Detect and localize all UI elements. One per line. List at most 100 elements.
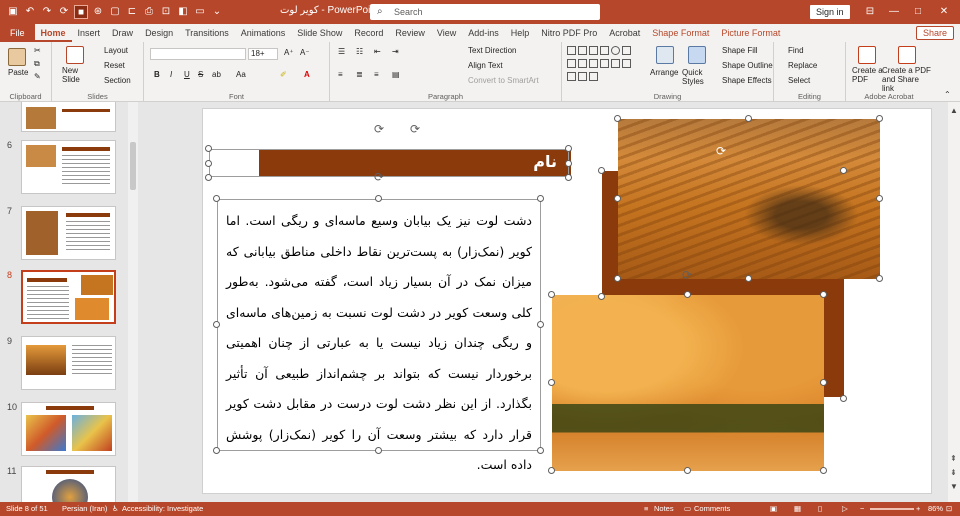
body-textbox[interactable]: دشت لوت نیز یک بیابان وسیع ماسه‌ای و ریگ… xyxy=(217,199,541,472)
change-case-button[interactable]: Aa xyxy=(236,70,246,79)
resize-handle[interactable] xyxy=(537,195,544,202)
align-left-icon[interactable]: ≡ xyxy=(338,70,343,79)
resize-handle[interactable] xyxy=(876,115,883,122)
resize-handle[interactable] xyxy=(537,447,544,454)
resize-handle[interactable] xyxy=(820,379,827,386)
rotate-handle-icon[interactable]: ⟳ xyxy=(373,123,385,135)
image-icon[interactable]: ⊡ xyxy=(159,5,173,19)
minimize-button[interactable]: — xyxy=(884,3,904,21)
text-direction-button[interactable]: Text Direction xyxy=(468,46,516,55)
indent-icon[interactable]: ⇤ xyxy=(374,47,381,56)
tab-acrobat[interactable]: Acrobat xyxy=(603,24,646,42)
arrange-icon[interactable] xyxy=(656,46,674,64)
create-pdf-icon[interactable] xyxy=(858,46,876,64)
tab-record[interactable]: Record xyxy=(348,24,389,42)
tab-home[interactable]: Home xyxy=(34,24,72,42)
text-shadow-button[interactable]: ab xyxy=(212,70,221,79)
search-input[interactable]: ⌕ Search xyxy=(370,4,600,20)
tab-add-ins[interactable]: Add-ins xyxy=(462,24,505,42)
zoom-slider[interactable] xyxy=(870,508,914,510)
new-file-icon[interactable]: ▢ xyxy=(108,5,122,19)
restore-button[interactable]: □ xyxy=(908,3,928,21)
slide-thumbnail[interactable] xyxy=(21,336,116,390)
justify-icon[interactable]: ▤ xyxy=(392,70,400,79)
slide-thumbnail[interactable] xyxy=(21,206,116,260)
resize-handle[interactable] xyxy=(205,160,212,167)
notes-button[interactable]: Notes xyxy=(654,502,674,516)
format-painter-icon[interactable]: ✎ xyxy=(34,72,41,81)
slide-sorter-icon[interactable]: ▦ xyxy=(794,502,801,516)
resize-handle[interactable] xyxy=(684,467,691,474)
tab-picture-format[interactable]: Picture Format xyxy=(715,24,786,42)
numbering-icon[interactable]: ☷ xyxy=(356,47,363,56)
rotate-handle-icon[interactable]: ⟳ xyxy=(681,269,693,281)
collapse-ribbon-icon[interactable]: ⌃ xyxy=(944,90,951,99)
resize-handle[interactable] xyxy=(598,167,605,174)
highlight-color-icon[interactable]: ✐ xyxy=(280,70,287,79)
share-button[interactable]: Share xyxy=(915,26,954,40)
copy-icon[interactable]: ⧉ xyxy=(34,59,40,69)
zoom-level[interactable]: 86% xyxy=(928,502,943,516)
strikethrough-button[interactable]: S xyxy=(198,70,203,79)
resize-handle[interactable] xyxy=(213,321,220,328)
resize-handle[interactable] xyxy=(548,467,555,474)
resize-handle[interactable] xyxy=(548,379,555,386)
thumbnail-scrollbar[interactable] xyxy=(128,102,138,502)
rotate-handle-icon[interactable]: ⟳ xyxy=(373,171,385,183)
resize-handle[interactable] xyxy=(840,395,847,402)
bold-button[interactable]: B xyxy=(154,70,160,79)
slide-thumbnail[interactable] xyxy=(21,402,116,456)
screen-icon[interactable]: ▭ xyxy=(193,5,207,19)
quick-styles-icon[interactable] xyxy=(688,46,706,64)
outdent-icon[interactable]: ⇥ xyxy=(392,47,399,56)
quick-styles-button[interactable]: Quick Styles xyxy=(682,68,714,86)
save-icon[interactable]: ▣ xyxy=(6,5,20,19)
layout-button[interactable]: Layout xyxy=(104,46,128,55)
tab-help[interactable]: Help xyxy=(505,24,536,42)
tab-view[interactable]: View xyxy=(431,24,462,42)
resize-handle[interactable] xyxy=(614,195,621,202)
grow-font-icon[interactable]: A⁺ xyxy=(284,48,294,57)
slide-thumbnail-selected[interactable] xyxy=(21,270,116,324)
shapes-gallery[interactable] xyxy=(566,45,642,84)
tab-insert[interactable]: Insert xyxy=(72,24,107,42)
tab-nitro-pdf[interactable]: Nitro PDF Pro xyxy=(535,24,603,42)
scroll-down-icon[interactable]: ▼ xyxy=(950,482,958,491)
shape-icon[interactable]: ■ xyxy=(74,5,88,19)
desert-photo-top[interactable] xyxy=(618,119,880,279)
fit-slide-icon[interactable]: ⊡ xyxy=(946,502,952,516)
new-slide-button[interactable]: New Slide xyxy=(62,66,92,84)
resize-handle[interactable] xyxy=(537,321,544,328)
resize-handle[interactable] xyxy=(745,275,752,282)
font-name-field[interactable] xyxy=(150,48,246,60)
resize-handle[interactable] xyxy=(840,167,847,174)
rotate-handle-icon[interactable]: ⟳ xyxy=(409,123,421,135)
resize-handle[interactable] xyxy=(684,291,691,298)
create-share-button[interactable]: Create a PDF and Share link xyxy=(882,66,932,93)
convert-smartart-button[interactable]: Convert to SmartArt xyxy=(468,76,539,85)
resize-handle[interactable] xyxy=(375,447,382,454)
cut-icon[interactable]: ✂ xyxy=(34,46,41,55)
spiral-icon[interactable]: ⊛ xyxy=(91,5,105,19)
resize-handle[interactable] xyxy=(565,174,572,181)
slide-thumbnail[interactable] xyxy=(21,102,116,132)
tab-file[interactable]: File xyxy=(0,24,35,42)
font-color-icon[interactable]: A xyxy=(304,70,310,79)
desert-photo-bottom[interactable] xyxy=(552,295,824,471)
resize-handle[interactable] xyxy=(375,195,382,202)
shape-fill-button[interactable]: Shape Fill xyxy=(722,46,758,55)
font-size-field[interactable]: 18+ xyxy=(248,48,278,60)
italic-button[interactable]: I xyxy=(170,70,172,79)
resize-handle[interactable] xyxy=(820,467,827,474)
next-slide-icon[interactable]: ⇟ xyxy=(950,468,957,477)
resize-handle[interactable] xyxy=(205,145,212,152)
find-button[interactable]: Find xyxy=(788,46,804,55)
resize-handle[interactable] xyxy=(565,145,572,152)
redo-icon[interactable]: ↷ xyxy=(40,5,54,19)
create-share-icon[interactable] xyxy=(898,46,916,64)
scroll-thumb[interactable] xyxy=(130,142,136,190)
slide-thumbnail[interactable] xyxy=(21,466,116,502)
align-text-button[interactable]: Align Text xyxy=(468,61,503,70)
ribbon-display-icon[interactable]: ⊟ xyxy=(860,3,880,21)
reading-view-icon[interactable]: ▯ xyxy=(818,502,822,516)
